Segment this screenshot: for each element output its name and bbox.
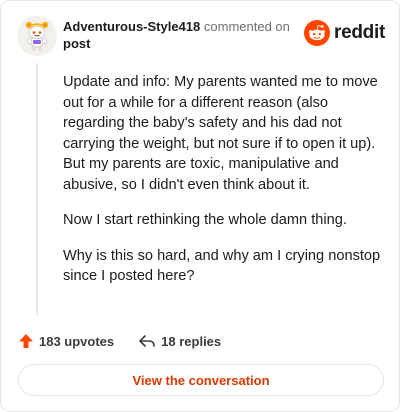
post-link[interactable]: post: [63, 35, 293, 52]
username[interactable]: Adventurous-Style418: [63, 19, 200, 34]
replies-button[interactable]: 18 replies: [138, 333, 221, 349]
reply-arrow-icon: [139, 335, 155, 347]
reply-count: 18 replies: [161, 333, 222, 349]
commented-on-text: commented on: [203, 19, 290, 34]
comment-body: Update and info: My parents wanted me to…: [63, 72, 381, 302]
comment-paragraph-2: Now I start rethinking the whole damn th…: [63, 212, 347, 228]
upvote-arrow-icon: [19, 334, 33, 348]
user-avatar[interactable]: [17, 16, 57, 56]
comment-paragraph-1: Update and info: My parents wanted me to…: [63, 74, 378, 193]
upvote-count: 183 upvotes: [39, 333, 115, 349]
upvote-button[interactable]: 183 upvotes: [18, 333, 114, 349]
comment-card: Adventurous-Style418 commented on post r…: [0, 0, 400, 412]
view-conversation-button[interactable]: View the conversation: [18, 364, 384, 396]
comment-paragraph-3: Why is this so hard, and why am I crying…: [63, 247, 381, 285]
reddit-snoo-icon: [304, 20, 331, 46]
snoo-avatar-icon: [17, 16, 57, 56]
reddit-logo[interactable]: reddit: [304, 20, 385, 46]
comment-header: Adventurous-Style418 commented on post: [63, 18, 293, 52]
comment-actions: 183 upvotes 18 replies: [18, 331, 221, 351]
thread-line: [36, 63, 38, 315]
reddit-wordmark: reddit: [334, 22, 385, 43]
